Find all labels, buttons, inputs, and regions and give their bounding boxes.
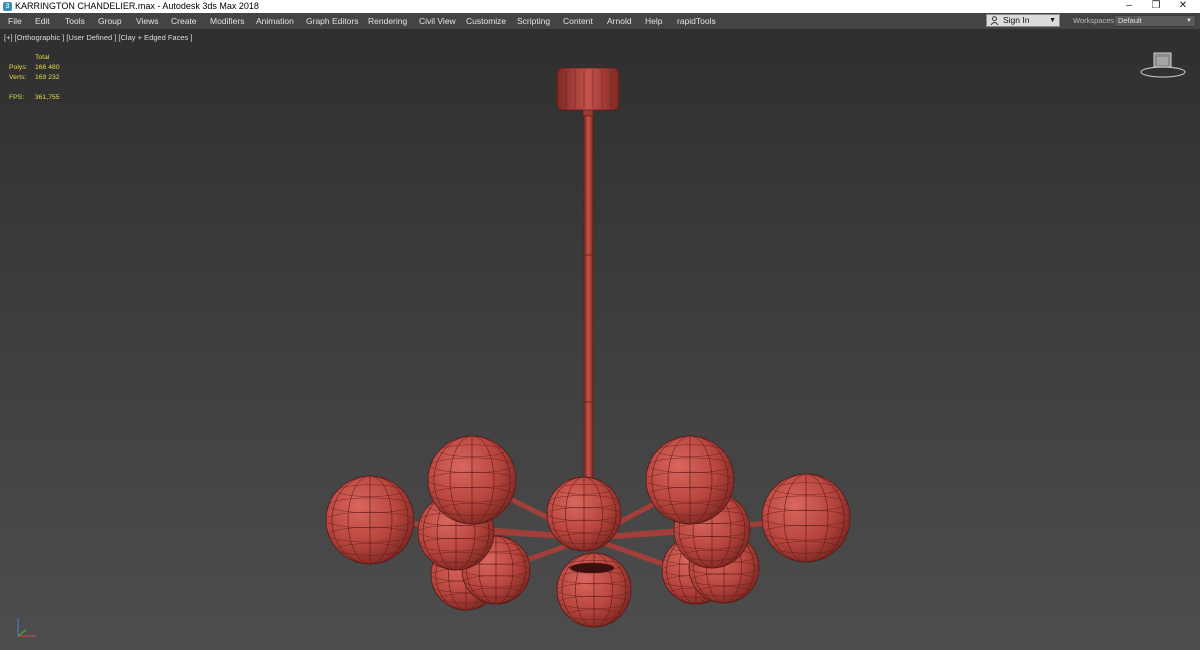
menu-help[interactable]: Help [645,13,662,29]
close-button[interactable]: ✕ [1170,0,1196,13]
window-title: KARRINGTON CHANDELIER.max - Autodesk 3ds… [15,1,259,11]
menu-tools[interactable]: Tools [65,13,85,29]
menu-edit[interactable]: Edit [35,13,50,29]
menu-rendering[interactable]: Rendering [368,13,407,29]
menu-bar: File Edit Tools Group Views Create Modif… [0,13,1200,30]
menu-views[interactable]: Views [136,13,159,29]
menu-graph-editors[interactable]: Graph Editors [306,13,358,29]
menu-animation[interactable]: Animation [256,13,294,29]
workspace-select[interactable]: Default ▼ [1114,15,1196,27]
chandelier-model[interactable] [0,30,1200,650]
menu-file[interactable]: File [8,13,22,29]
app-window: 3 KARRINGTON CHANDELIER.max - Autodesk 3… [0,0,1200,650]
chevron-down-icon: ▼ [1186,18,1192,24]
chevron-down-icon: ▼ [1049,17,1056,24]
chandelier-stem [583,115,594,497]
menu-group[interactable]: Group [98,13,122,29]
3dsmax-app-icon[interactable]: 3 [3,2,12,11]
menu-customize[interactable]: Customize [466,13,506,29]
canopy-collar [582,109,594,117]
workspace-value: Default [1118,16,1142,25]
menu-civil-view[interactable]: Civil View [419,13,456,29]
maximize-button[interactable]: ❐ [1143,0,1169,13]
minimize-button[interactable]: – [1116,0,1142,13]
workspaces-label: Workspaces: [1073,16,1117,25]
menu-arnold[interactable]: Arnold [607,13,632,29]
globe-bottom-opening [569,562,615,574]
title-bar: 3 KARRINGTON CHANDELIER.max - Autodesk 3… [0,0,1200,13]
axis-tripod-icon [17,618,36,637]
menu-modifiers[interactable]: Modifiers [210,13,244,29]
user-icon [990,16,999,25]
menu-scripting[interactable]: Scripting [517,13,550,29]
menu-rapidtools[interactable]: rapidTools [677,13,716,29]
ceiling-canopy [556,67,620,111]
sign-in-label: Sign In [1003,15,1030,25]
menu-create[interactable]: Create [171,13,197,29]
viewport-perspective[interactable]: [+] [Orthographic ] [User Defined ] [Cla… [0,30,1200,650]
menu-content[interactable]: Content [563,13,593,29]
sign-in-dropdown[interactable]: Sign In ▼ [986,14,1060,27]
